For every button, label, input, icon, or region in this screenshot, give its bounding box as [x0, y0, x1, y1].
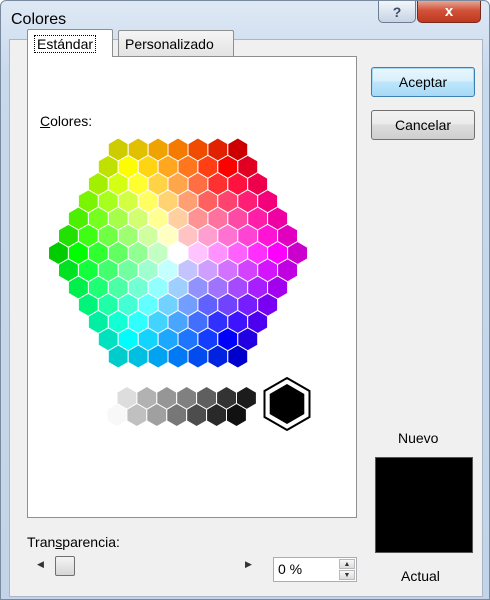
tab-estandar-label: Estándar: [34, 34, 97, 53]
ok-button[interactable]: Aceptar: [371, 67, 475, 97]
cancel-button[interactable]: Cancelar: [371, 110, 475, 140]
slider-right-arrow-icon[interactable]: ▶: [245, 559, 252, 570]
transparency-label: Transparencia:: [27, 534, 120, 550]
current-color-label: Actual: [401, 568, 440, 584]
transparency-slider[interactable]: ◀ ▶: [27, 556, 259, 578]
slider-thumb[interactable]: [55, 556, 75, 576]
tab-estandar[interactable]: Estándar: [27, 29, 113, 57]
transparency-spinbox[interactable]: 0 % ▲ ▼: [273, 557, 357, 582]
spin-down-icon[interactable]: ▼: [339, 570, 355, 580]
slider-left-arrow-icon[interactable]: ◀: [37, 559, 44, 570]
color-preview-swatch: [375, 457, 473, 553]
new-color-label: Nuevo: [398, 430, 439, 446]
transparency-value[interactable]: 0 %: [278, 561, 302, 577]
spin-up-icon[interactable]: ▲: [339, 559, 355, 569]
